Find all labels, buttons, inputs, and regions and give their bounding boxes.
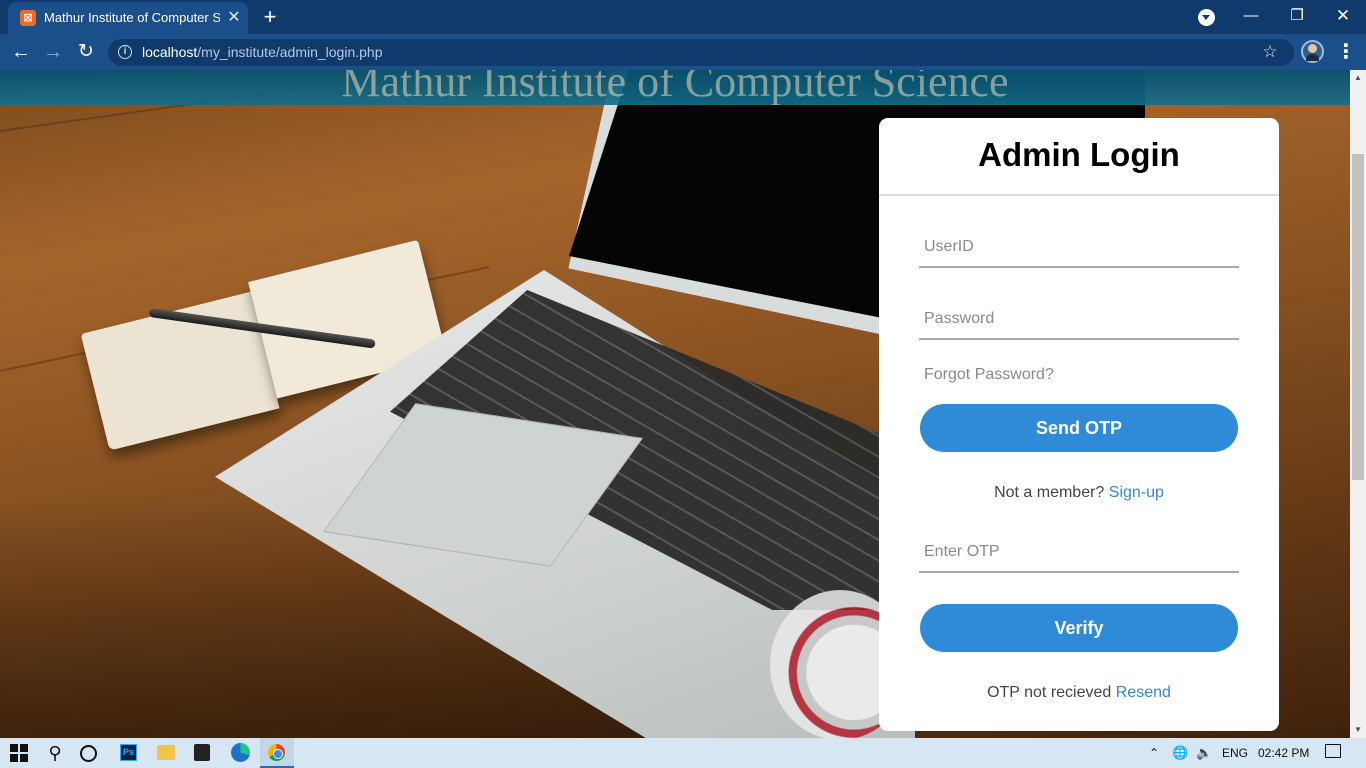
resend-row: OTP not recieved Resend — [879, 684, 1279, 702]
site-info-icon[interactable]: i — [118, 45, 132, 59]
url-text[interactable]: localhost/my_institute/admin_login.php — [142, 44, 383, 62]
scroll-down-arrow-icon[interactable]: ▼ — [1350, 722, 1366, 738]
url-path: /my_institute/admin_login.php — [197, 44, 383, 60]
windows-start-icon[interactable] — [10, 744, 28, 762]
bookmark-star-icon[interactable]: ☆ — [1260, 42, 1280, 62]
address-bar[interactable]: i localhost/my_institute/admin_login.php… — [108, 39, 1294, 66]
reload-icon[interactable]: ↻ — [73, 39, 99, 65]
window-maximize-icon[interactable]: ❐ — [1282, 4, 1312, 28]
login-title: Admin Login — [978, 136, 1180, 173]
profile-avatar[interactable] — [1301, 40, 1324, 63]
otp-input[interactable] — [919, 533, 1239, 573]
photoshop-icon[interactable]: Ps — [120, 744, 137, 761]
userid-input[interactable] — [919, 228, 1239, 268]
tray-chevron-icon[interactable]: ⌃ — [1149, 744, 1159, 762]
signup-link[interactable]: Sign-up — [1109, 484, 1164, 501]
not-member-text: Not a member? — [994, 484, 1105, 501]
url-host: localhost — [142, 44, 198, 60]
otp-not-received-text: OTP not recieved — [987, 684, 1112, 701]
page-scrollbar[interactable]: ▲ ▼ — [1350, 70, 1366, 738]
notifications-icon[interactable] — [1325, 744, 1341, 758]
search-icon[interactable]: ⚲ — [44, 741, 66, 765]
menu-icon[interactable]: ⋮ — [1336, 39, 1356, 65]
language-indicator[interactable]: ENG — [1222, 744, 1248, 762]
site-title: Mathur Institute of Computer Science — [341, 70, 1009, 105]
clock[interactable]: 02:42 PM — [1258, 744, 1309, 762]
site-header-banner: Mathur Institute of Computer Science — [0, 70, 1350, 105]
xampp-favicon-icon: ⊠ — [20, 10, 36, 26]
browser-titlebar: ⊠ Mathur Institute of Computer Science ✕… — [0, 0, 1366, 34]
volume-icon[interactable]: 🔈 — [1196, 744, 1212, 762]
taskbar-chrome-button[interactable] — [260, 738, 294, 768]
edge-icon[interactable] — [231, 743, 250, 762]
signup-row: Not a member? Sign-up — [879, 484, 1279, 502]
window-close-icon[interactable]: ✕ — [1328, 4, 1358, 28]
password-input[interactable] — [919, 300, 1239, 340]
title-divider — [879, 194, 1279, 196]
scrollbar-thumb[interactable] — [1352, 154, 1364, 480]
file-explorer-icon[interactable] — [157, 745, 175, 760]
send-otp-button[interactable]: Send OTP — [920, 404, 1238, 452]
network-icon[interactable]: 🌐 — [1172, 744, 1188, 762]
resend-link[interactable]: Resend — [1116, 684, 1171, 701]
store-icon[interactable] — [194, 744, 210, 761]
tab-search-icon[interactable] — [1198, 9, 1215, 26]
chrome-icon — [268, 744, 285, 761]
admin-login-card: Admin Login Forgot Password? Send OTP No… — [879, 118, 1279, 731]
scroll-up-arrow-icon[interactable]: ▲ — [1350, 70, 1366, 86]
forgot-password-link[interactable]: Forgot Password? — [924, 366, 1054, 384]
back-icon[interactable]: ← — [8, 39, 34, 65]
window-minimize-icon[interactable]: — — [1236, 4, 1266, 28]
page-viewport: Mathur Institute of Computer Science Adm… — [0, 70, 1350, 738]
tab-title: Mathur Institute of Computer Science — [44, 10, 220, 25]
new-tab-plus-icon[interactable]: + — [258, 5, 282, 29]
verify-button[interactable]: Verify — [920, 604, 1238, 652]
forward-icon[interactable]: → — [40, 39, 66, 65]
cortana-icon[interactable] — [80, 745, 97, 762]
tab-close-icon[interactable]: ✕ — [224, 8, 244, 28]
windows-taskbar: ⚲ Ps ⌃ 🌐 🔈 ENG 02:42 PM — [0, 738, 1366, 768]
browser-tab-active[interactable]: ⊠ Mathur Institute of Computer Science ✕ — [8, 2, 248, 34]
